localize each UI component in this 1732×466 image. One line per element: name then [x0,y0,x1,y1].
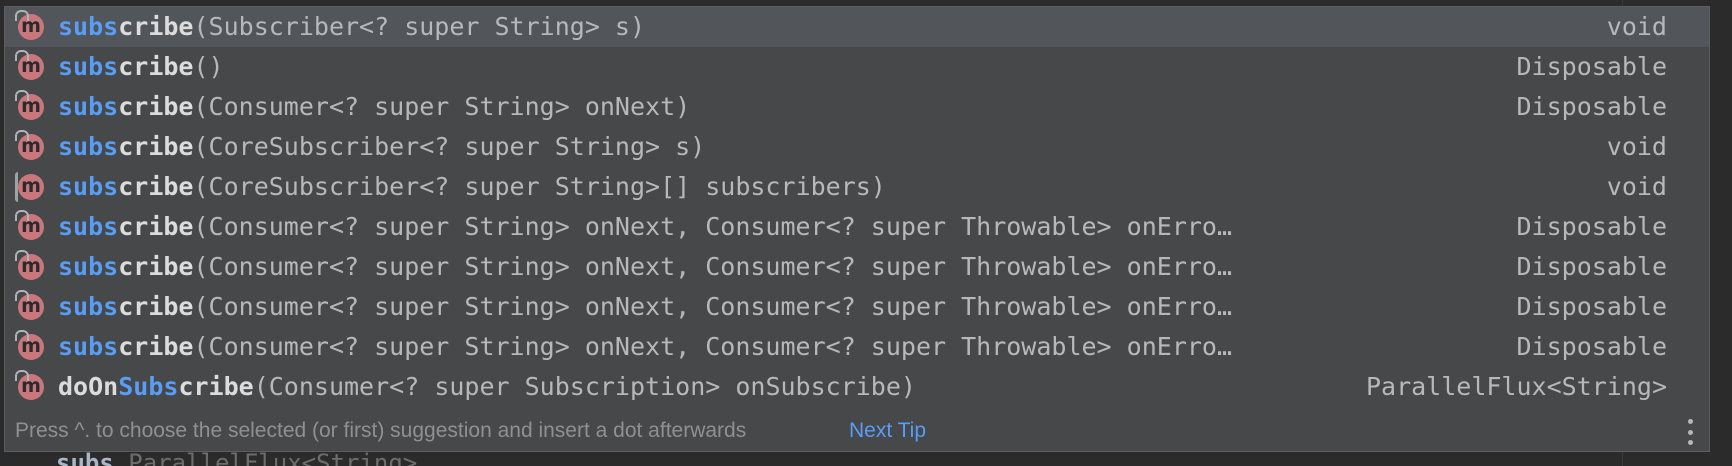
method-name-rest: cribe [118,132,194,161]
method-name-rest: cribe [118,212,194,241]
pin-marker-icon [15,210,29,221]
completion-item[interactable]: m subscribe(Consumer<? super String> onNe… [5,327,1709,367]
method-icon: m [15,370,44,400]
completion-item[interactable]: m subscribe() Disposable [5,47,1709,87]
method-params: (CoreSubscriber<? super String>[] subscr… [193,172,886,201]
method-signature: subscribe(Consumer<? super String> onNex… [58,207,1232,247]
return-type: Disposable [1516,52,1667,81]
method-icon: m [15,250,44,280]
method-name-rest: cribe [178,372,254,401]
match-highlight: subs [58,292,119,321]
return-type: Disposable [1516,332,1667,361]
completion-item[interactable]: m subscribe(CoreSubscriber<? super String… [5,127,1709,167]
method-name-rest: cribe [118,292,194,321]
method-icon: m [15,172,44,202]
method-name-rest: cribe [118,92,194,121]
match-highlight: subs [58,332,119,361]
completion-list: m subscribe(Subscriber<? super String> s)… [5,7,1709,407]
method-params: (Consumer<? super String> onNext, Consum… [193,332,1233,361]
method-params: (Subscriber<? super String> s) [193,12,646,41]
method-name-rest: cribe [118,332,194,361]
method-params: (Consumer<? super String> onNext, Consum… [193,292,1233,321]
completion-item[interactable]: m subscribe(Consumer<? super String> onNe… [5,287,1709,327]
return-type: Disposable [1516,92,1667,121]
pin-marker-icon [15,50,29,61]
return-type: ParallelFlux<String> [1365,372,1667,401]
completion-item[interactable]: m subscribe(Consumer<? super String> onNe… [5,207,1709,247]
popup-footer: Press ^. to choose the selected (or firs… [5,411,1709,451]
method-icon: m [15,10,44,40]
method-signature: subscribe(Consumer<? super String> onNex… [58,247,1232,287]
pin-marker-icon [15,290,29,301]
method-name-rest: cribe [118,52,194,81]
protected-marker-icon [15,172,26,202]
method-params: (Consumer<? super String> onNext, Consum… [193,252,1233,281]
method-signature: subscribe(Consumer<? super String> onNex… [58,287,1232,327]
method-icon: m [15,210,44,240]
method-name-prefix: doOn [58,372,119,401]
method-icon: m [15,90,44,120]
pin-marker-icon [15,90,29,101]
method-icon: m [15,130,44,160]
match-highlight: subs [58,12,119,41]
method-params: () [193,52,224,81]
pin-marker-icon [15,250,29,261]
return-type: Disposable [1516,212,1667,241]
more-vertical-icon[interactable] [1685,419,1695,445]
return-type: Disposable [1516,252,1667,281]
match-highlight: subs [58,132,119,161]
return-type: void [1606,172,1667,201]
completion-item[interactable]: m subscribe(Subscriber<? super String> s)… [5,7,1709,47]
completion-item[interactable]: m subscribe(Consumer<? super String> onNe… [5,247,1709,287]
pin-marker-icon [15,330,29,341]
match-highlight: subs [58,172,119,201]
method-name-rest: cribe [118,252,194,281]
match-highlight: subs [58,52,119,81]
method-name-rest: cribe [118,12,194,41]
method-signature: subscribe(Consumer<? super String> onNex… [58,87,690,127]
return-type: Disposable [1516,292,1667,321]
method-signature: doOnSubscribe(Consumer<? super Subscript… [58,367,916,407]
method-icon: m [15,330,44,360]
completion-item[interactable]: m subscribe(Consumer<? super String> onNe… [5,87,1709,127]
method-icon: m [15,290,44,320]
method-params: (Consumer<? super String> onNext, Consum… [193,212,1233,241]
next-tip-link[interactable]: Next Tip [849,411,926,451]
method-signature: subscribe(Subscriber<? super String> s) [58,7,645,47]
pin-marker-icon [15,370,29,381]
return-type: void [1606,12,1667,41]
completion-popup: m subscribe(Subscriber<? super String> s)… [4,6,1710,452]
method-signature: subscribe(Consumer<? super String> onNex… [58,327,1232,367]
method-params: (CoreSubscriber<? super String> s) [193,132,706,161]
footer-tip-text: Press ^. to choose the selected (or firs… [15,419,747,442]
method-icon: m [15,50,44,80]
method-signature: subscribe(CoreSubscriber<? super String>… [58,167,886,207]
pin-marker-icon [15,130,29,141]
method-name-rest: cribe [118,172,194,201]
match-highlight: subs [58,92,119,121]
method-signature: subscribe(CoreSubscriber<? super String>… [58,127,705,167]
pin-marker-icon [15,10,29,21]
match-highlight: subs [58,212,119,241]
method-params: (Consumer<? super String> onNext) [193,92,691,121]
match-highlight: subs [58,252,119,281]
method-params: (Consumer<? super Subscription> onSubscr… [253,372,916,401]
completion-item[interactable]: m doOnSubscribe(Consumer<? super Subscrip… [5,367,1709,407]
completion-item[interactable]: m subscribe(CoreSubscriber<? super String… [5,167,1709,207]
method-signature: subscribe() [58,47,224,87]
match-highlight: Subs [118,372,179,401]
return-type: void [1606,132,1667,161]
